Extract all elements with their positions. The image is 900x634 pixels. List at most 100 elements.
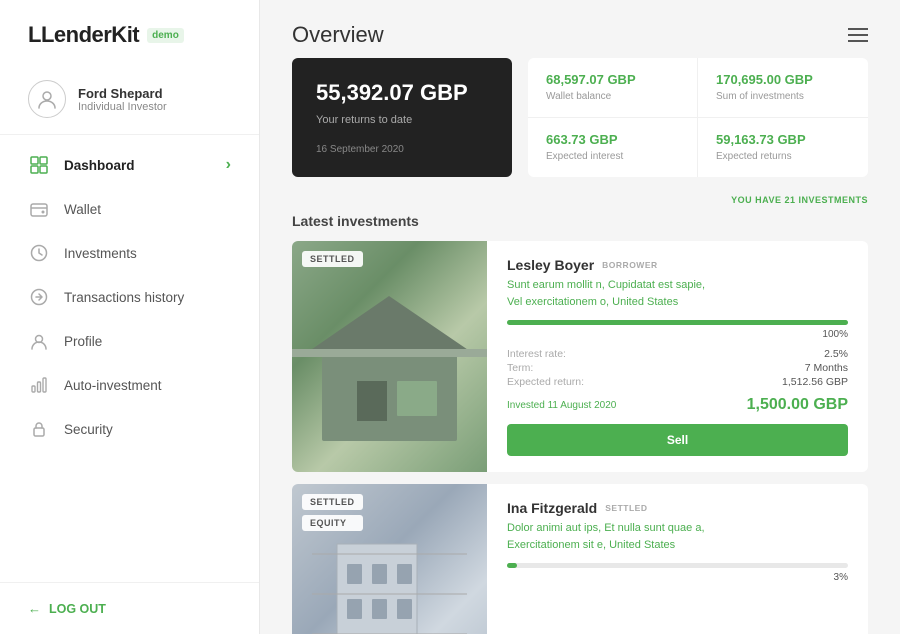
- transactions-icon: [28, 286, 50, 308]
- returns-label: Your returns to date: [316, 114, 488, 126]
- sidebar: LLenderKit demo Ford Shepard Individual …: [0, 0, 260, 634]
- interest-rate-label: Interest rate:: [507, 348, 774, 360]
- card-image: SETTLED: [292, 241, 487, 472]
- sidebar-item-label: Security: [64, 422, 113, 437]
- sidebar-item-transactions[interactable]: Transactions history: [0, 275, 259, 319]
- sidebar-item-investments[interactable]: Investments: [0, 231, 259, 275]
- sidebar-item-label: Wallet: [64, 202, 101, 217]
- desc-line2: Exercitationem sit e, United States: [507, 539, 675, 551]
- stat-label: Wallet balance: [546, 91, 679, 102]
- user-role: Individual Investor: [78, 101, 167, 113]
- stat-wallet-balance: 68,597.07 GBP Wallet balance: [528, 58, 698, 118]
- stat-value: 663.73 GBP: [546, 132, 679, 147]
- stat-value: 59,163.73 GBP: [716, 132, 850, 147]
- expected-return-label: Expected return:: [507, 376, 774, 388]
- auto-investment-icon: [28, 374, 50, 396]
- dashboard-icon: [28, 154, 50, 176]
- profile-icon: [28, 330, 50, 352]
- investment-card: SETTLED Lesley Boyer BORROWER Sunt earum…: [292, 241, 868, 472]
- overview-section: 55,392.07 GBP Your returns to date 16 Se…: [260, 58, 900, 177]
- sidebar-item-profile[interactable]: Profile: [0, 319, 259, 363]
- logout-label: LOG OUT: [49, 602, 106, 616]
- logo-l-icon: L: [28, 22, 41, 47]
- section-title: Latest investments: [292, 213, 868, 229]
- returns-amount: 55,392.07 GBP: [316, 80, 488, 106]
- term-value: 7 Months: [782, 362, 848, 374]
- investments-icon: [28, 242, 50, 264]
- sidebar-item-label: Investments: [64, 246, 137, 261]
- settled-badge2: SETTLED: [302, 494, 363, 510]
- card-body: Lesley Boyer BORROWER Sunt earum mollit …: [487, 241, 868, 472]
- sidebar-item-dashboard[interactable]: Dashboard ›: [0, 143, 259, 187]
- invested-amount: 1,500.00 GBP: [747, 396, 848, 414]
- sell-button[interactable]: Sell: [507, 424, 848, 456]
- user-profile: Ford Shepard Individual Investor: [0, 66, 259, 135]
- desc-line1: Sunt earum mollit n, Cupidatat est sapie…: [507, 279, 705, 291]
- wallet-icon: [28, 198, 50, 220]
- stat-expected-interest: 663.73 GBP Expected interest: [528, 118, 698, 178]
- demo-badge: demo: [147, 28, 184, 43]
- progress-fill: [507, 563, 517, 568]
- stat-value: 170,695.00 GBP: [716, 72, 850, 87]
- sidebar-item-security[interactable]: Security: [0, 407, 259, 451]
- card-description: Sunt earum mollit n, Cupidatat est sapie…: [507, 277, 848, 310]
- user-name: Ford Shepard: [78, 86, 167, 101]
- menu-button[interactable]: [848, 28, 868, 42]
- progress-fill: [507, 320, 848, 325]
- avatar: [28, 80, 66, 118]
- card-name: Ina Fitzgerald: [507, 500, 597, 516]
- desc-line1: Dolor animi aut ips, Et nulla sunt quae …: [507, 522, 705, 534]
- main-content: Overview 55,392.07 GBP Your returns to d…: [260, 0, 900, 634]
- equity-badge: EQUITY: [302, 515, 363, 531]
- sidebar-item-wallet[interactable]: Wallet: [0, 187, 259, 231]
- progress-pct: 100%: [507, 329, 848, 340]
- card-stats: Interest rate: 2.5% Term: 7 Months Expec…: [507, 348, 848, 388]
- sidebar-item-auto-investment[interactable]: Auto-investment: [0, 363, 259, 407]
- card-header-row: Ina Fitzgerald SETTLED: [507, 500, 848, 516]
- investments-count: YOU HAVE 21 INVESTMENTS: [260, 193, 900, 213]
- returns-date: 16 September 2020: [316, 144, 488, 155]
- latest-investments-section: Latest investments SETTLED Les: [260, 213, 900, 634]
- sidebar-nav: Dashboard › Wallet Investments Transacti…: [0, 135, 259, 582]
- sidebar-item-label: Profile: [64, 334, 102, 349]
- term-label: Term:: [507, 362, 774, 374]
- card-description: Dolor animi aut ips, Et nulla sunt quae …: [507, 520, 848, 553]
- sidebar-item-label: Auto-investment: [64, 378, 162, 393]
- card-type-badge: SETTLED: [605, 503, 647, 513]
- stat-sum-investments: 170,695.00 GBP Sum of investments: [698, 58, 868, 118]
- arrow-left-icon: ←: [28, 601, 41, 616]
- card-type-badge: BORROWER: [602, 260, 657, 270]
- stat-expected-returns: 59,163.73 GBP Expected returns: [698, 118, 868, 178]
- card-body: Ina Fitzgerald SETTLED Dolor animi aut i…: [487, 484, 868, 634]
- logo: LLenderKit demo: [0, 0, 259, 66]
- stat-label: Sum of investments: [716, 91, 850, 102]
- card-header-row: Lesley Boyer BORROWER: [507, 257, 848, 273]
- sidebar-item-label: Transactions history: [64, 290, 184, 305]
- chevron-right-icon: ›: [226, 156, 231, 174]
- security-icon: [28, 418, 50, 440]
- stat-label: Expected returns: [716, 151, 850, 162]
- progress-bar: [507, 320, 848, 325]
- returns-card: 55,392.07 GBP Your returns to date 16 Se…: [292, 58, 512, 177]
- desc-line2: Vel exercitationem o, United States: [507, 296, 678, 308]
- logout-button[interactable]: ← LOG OUT: [0, 582, 259, 634]
- stat-value: 68,597.07 GBP: [546, 72, 679, 87]
- badge-group: SETTLED EQUITY: [302, 494, 363, 531]
- settled-badge: SETTLED: [302, 251, 363, 267]
- user-info: Ford Shepard Individual Investor: [78, 86, 167, 113]
- stats-grid: 68,597.07 GBP Wallet balance 170,695.00 …: [528, 58, 868, 177]
- badge-group: SETTLED: [302, 251, 363, 267]
- interest-rate-value: 2.5%: [782, 348, 848, 360]
- invested-row: Invested 11 August 2020 1,500.00 GBP: [507, 396, 848, 414]
- expected-return-value: 1,512.56 GBP: [782, 376, 848, 388]
- card-name: Lesley Boyer: [507, 257, 594, 273]
- page-title: Overview: [292, 22, 384, 48]
- main-header: Overview: [260, 0, 900, 58]
- stat-label: Expected interest: [546, 151, 679, 162]
- sidebar-item-label: Dashboard: [64, 158, 135, 173]
- invested-date: Invested 11 August 2020: [507, 400, 616, 411]
- progress-bar: [507, 563, 848, 568]
- investment-card: SETTLED EQUITY Ina Fitzgerald SETTLED Do…: [292, 484, 868, 634]
- logo-text: LLenderKit: [28, 22, 139, 48]
- card-image: SETTLED EQUITY: [292, 484, 487, 634]
